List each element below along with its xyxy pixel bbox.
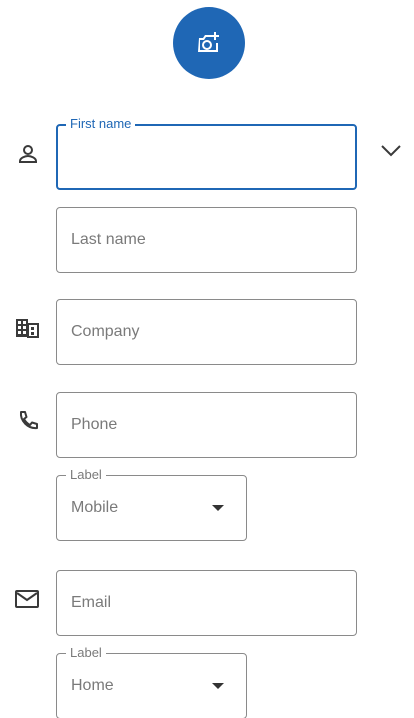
dropdown-arrow-icon <box>212 683 224 689</box>
create-contact-form: First name Last name Company Phone Label… <box>0 0 414 718</box>
email-label-caption: Label <box>66 645 106 661</box>
email-label-value: Home <box>71 677 114 694</box>
email-icon <box>13 585 41 613</box>
add-photo-icon <box>198 32 219 52</box>
dropdown-arrow-icon <box>212 505 224 511</box>
phone-label-caption: Label <box>66 467 106 483</box>
company-field[interactable]: Company <box>56 299 357 365</box>
last-name-placeholder: Last name <box>71 231 146 248</box>
email-placeholder: Email <box>71 594 112 611</box>
company-placeholder: Company <box>71 323 140 340</box>
person-icon <box>14 140 42 168</box>
email-label-dropdown[interactable]: Label Home <box>56 645 247 718</box>
phone-label-value: Mobile <box>71 499 119 516</box>
phone-field[interactable]: Phone <box>56 392 357 458</box>
first-name-label: First name <box>66 116 136 132</box>
chevron-down-icon[interactable] <box>376 135 406 165</box>
phone-label-dropdown[interactable]: Label Mobile <box>56 467 247 541</box>
email-field[interactable]: Email <box>56 570 357 636</box>
company-building-icon <box>13 314 41 342</box>
last-name-field[interactable]: Last name <box>56 207 357 273</box>
phone-placeholder: Phone <box>71 416 118 433</box>
first-name-field[interactable]: First name <box>56 116 357 190</box>
add-photo-button[interactable] <box>173 7 245 79</box>
phone-icon <box>14 407 42 435</box>
